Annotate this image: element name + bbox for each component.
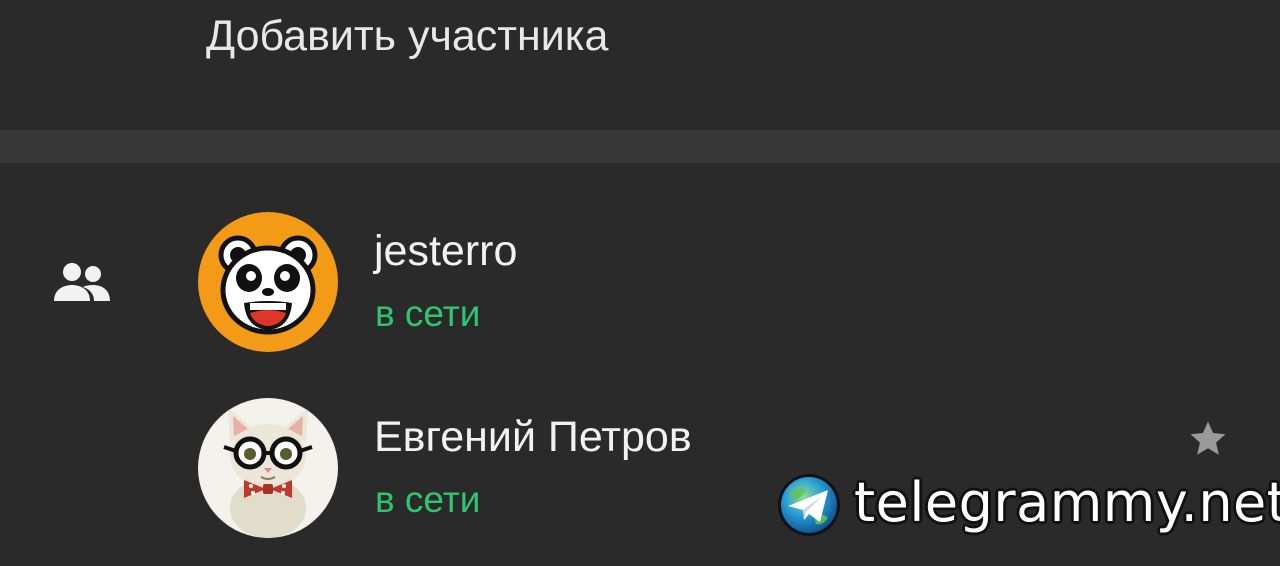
star-icon[interactable]	[1186, 418, 1230, 460]
member-status: в сети	[375, 293, 481, 334]
avatar[interactable]	[198, 212, 338, 352]
add-member-button[interactable]: Добавить участника	[206, 10, 608, 62]
watermark: telegrammy.net	[776, 470, 1280, 540]
member-name: Евгений Петров	[374, 413, 692, 461]
section-divider	[0, 130, 1280, 163]
telegram-globe-icon	[778, 474, 840, 536]
member-status: в сети	[375, 479, 481, 520]
watermark-text: telegrammy.net	[854, 471, 1280, 534]
group-members-screen: Добавить участника jesterro в сети Евген…	[0, 0, 1280, 566]
avatar[interactable]	[198, 398, 338, 538]
member-name: jesterro	[374, 227, 518, 275]
member-row-jesterro[interactable]: jesterro в сети	[0, 200, 1280, 370]
cat-glasses-avatar-icon	[198, 398, 338, 538]
panda-avatar-icon	[198, 212, 338, 352]
add-member-section[interactable]: Добавить участника	[0, 0, 1280, 130]
